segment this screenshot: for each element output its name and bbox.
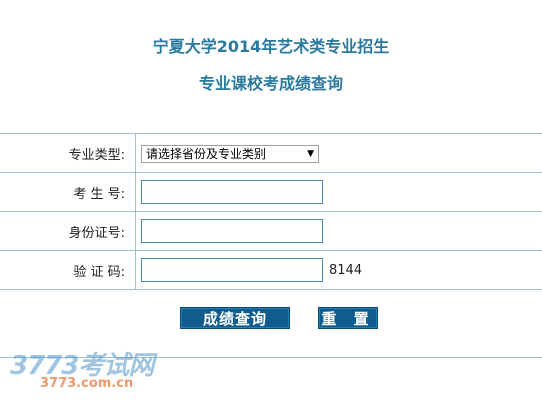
id-number-input[interactable] xyxy=(141,219,323,243)
chevron-down-icon: ▼ xyxy=(307,148,314,159)
site-watermark-logo: 3773考试网 3773.com.cn xyxy=(10,345,170,400)
captcha-code: 8144 xyxy=(329,262,363,278)
exam-number-label: 考 生 号: xyxy=(0,172,136,212)
exam-number-input[interactable] xyxy=(141,180,323,204)
page-title: 宁夏大学2014年艺术类专业招生 xyxy=(152,37,390,56)
form-row-major-type: 专业类型: 请选择省份及专业类别 ▼ xyxy=(0,133,542,173)
form-row-captcha: 验 证 码: 8144 xyxy=(0,250,542,290)
form-row-id-number: 身份证号: xyxy=(0,211,542,251)
form-row-exam-number: 考 生 号: xyxy=(0,172,542,212)
watermark-sub-text: 3773.com.cn xyxy=(40,376,134,391)
major-type-select[interactable]: 请选择省份及专业类别 ▼ xyxy=(141,144,319,163)
major-type-selected-value: 请选择省份及专业类别 xyxy=(146,147,267,161)
score-query-page: 宁夏大学2014年艺术类专业招生 专业课校考成绩查询 专业类型: 请选择省份及专… xyxy=(0,0,542,409)
captcha-label: 验 证 码: xyxy=(0,250,136,290)
captcha-input[interactable] xyxy=(141,258,323,282)
query-form: 专业类型: 请选择省份及专业类别 ▼ 考 生 号: 身份证号: 验 证 码: 8… xyxy=(0,133,542,290)
query-button[interactable]: 成绩查询 xyxy=(180,307,290,329)
id-number-label: 身份证号: xyxy=(0,211,136,251)
page-subtitle: 专业课校考成绩查询 xyxy=(198,74,343,93)
major-type-label: 专业类型: xyxy=(0,133,136,173)
reset-button[interactable]: 重 置 xyxy=(318,307,378,329)
